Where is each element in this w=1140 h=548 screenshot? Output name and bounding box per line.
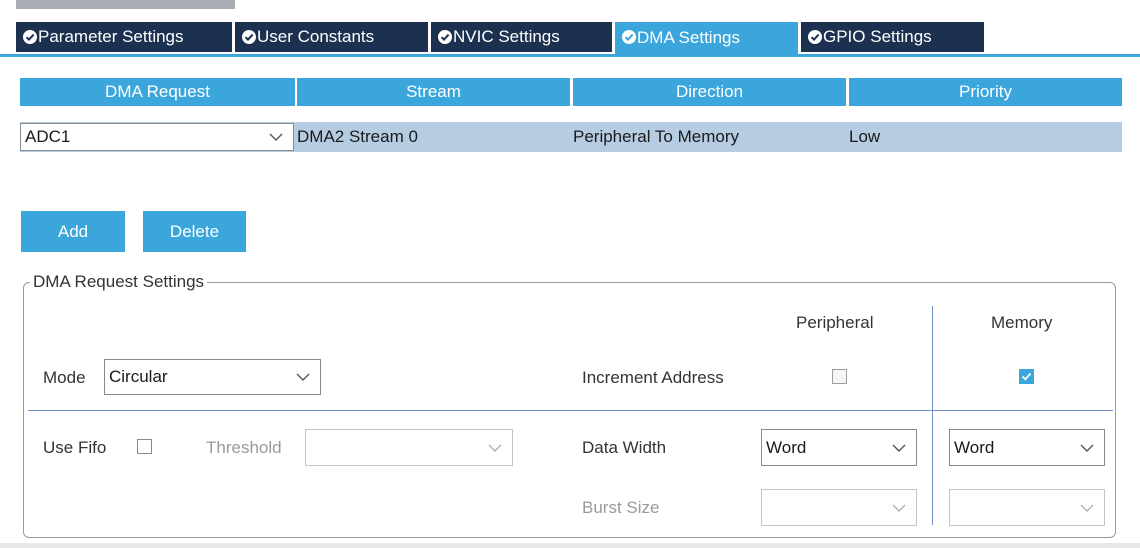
- memory-column-label: Memory: [991, 313, 1053, 332]
- column-header-stream[interactable]: Stream: [297, 78, 570, 106]
- settings-legend: DMA Request Settings: [30, 272, 208, 292]
- tab-label: User Constants: [257, 27, 375, 46]
- top-header-bar: [16, 0, 235, 9]
- check-circle-icon: [808, 30, 822, 44]
- use-fifo-checkbox[interactable]: [137, 439, 152, 454]
- chevron-down-icon: [488, 444, 502, 452]
- chevron-down-icon: [1080, 444, 1094, 452]
- burst-size-memory-select[interactable]: [949, 489, 1105, 526]
- tab-strip: Parameter Settings User Constants NVIC S…: [0, 22, 1140, 54]
- chevron-down-icon: [892, 504, 906, 512]
- chevron-down-icon: [1080, 504, 1094, 512]
- column-header-direction[interactable]: Direction: [573, 78, 846, 106]
- stream-cell: DMA2 Stream 0: [297, 127, 418, 146]
- use-fifo-label: Use Fifo: [43, 438, 107, 457]
- delete-button[interactable]: Delete: [143, 211, 246, 252]
- check-circle-icon: [242, 30, 256, 44]
- column-header-priority[interactable]: Priority: [849, 78, 1122, 106]
- check-circle-icon: [438, 30, 452, 44]
- chevron-down-icon: [892, 444, 906, 452]
- tab-dma-settings[interactable]: DMA Settings: [615, 22, 798, 54]
- data-width-peripheral-value: Word: [766, 437, 807, 457]
- tab-label: GPIO Settings: [823, 27, 932, 46]
- tab-user-constants[interactable]: User Constants: [235, 22, 428, 52]
- column-header-dma-request[interactable]: DMA Request: [20, 78, 295, 106]
- tab-label: DMA Settings: [637, 28, 740, 47]
- direction-cell: Peripheral To Memory: [573, 127, 739, 146]
- tab-parameter-settings[interactable]: Parameter Settings: [16, 22, 232, 52]
- priority-cell: Low: [849, 127, 881, 146]
- mode-value: Circular: [109, 367, 168, 386]
- data-width-memory-select[interactable]: Word: [949, 429, 1105, 466]
- data-width-label: Data Width: [582, 438, 667, 457]
- burst-size-label: Burst Size: [582, 498, 660, 517]
- increment-memory-checkbox[interactable]: [1019, 369, 1034, 384]
- increment-peripheral-checkbox[interactable]: [832, 369, 847, 384]
- checkmark-icon: [1021, 372, 1032, 381]
- increment-address-label: Increment Address: [582, 368, 724, 387]
- tab-nvic-settings[interactable]: NVIC Settings: [431, 22, 612, 52]
- chevron-down-icon: [296, 373, 310, 381]
- chevron-down-icon: [269, 133, 283, 141]
- threshold-select[interactable]: [305, 429, 513, 466]
- burst-size-peripheral-select[interactable]: [761, 489, 917, 526]
- peripheral-column-label: Peripheral: [796, 313, 874, 332]
- data-width-peripheral-select[interactable]: Word: [761, 429, 917, 466]
- tab-accent-line: [0, 54, 1140, 57]
- column-divider: [932, 306, 933, 525]
- tab-gpio-settings[interactable]: GPIO Settings: [801, 22, 984, 52]
- dma-request-select[interactable]: ADC1: [20, 123, 294, 151]
- threshold-label: Threshold: [206, 438, 282, 457]
- mode-label: Mode: [43, 368, 86, 387]
- section-divider: [28, 410, 1113, 411]
- check-circle-icon: [622, 30, 636, 44]
- tab-label: Parameter Settings: [38, 27, 184, 46]
- data-width-memory-value: Word: [954, 437, 995, 457]
- check-circle-icon: [23, 30, 37, 44]
- tab-label: NVIC Settings: [453, 27, 560, 46]
- dma-request-value: ADC1: [25, 127, 71, 146]
- add-button[interactable]: Add: [21, 211, 125, 252]
- bottom-edge: [0, 543, 1140, 548]
- mode-select[interactable]: Circular: [104, 359, 321, 395]
